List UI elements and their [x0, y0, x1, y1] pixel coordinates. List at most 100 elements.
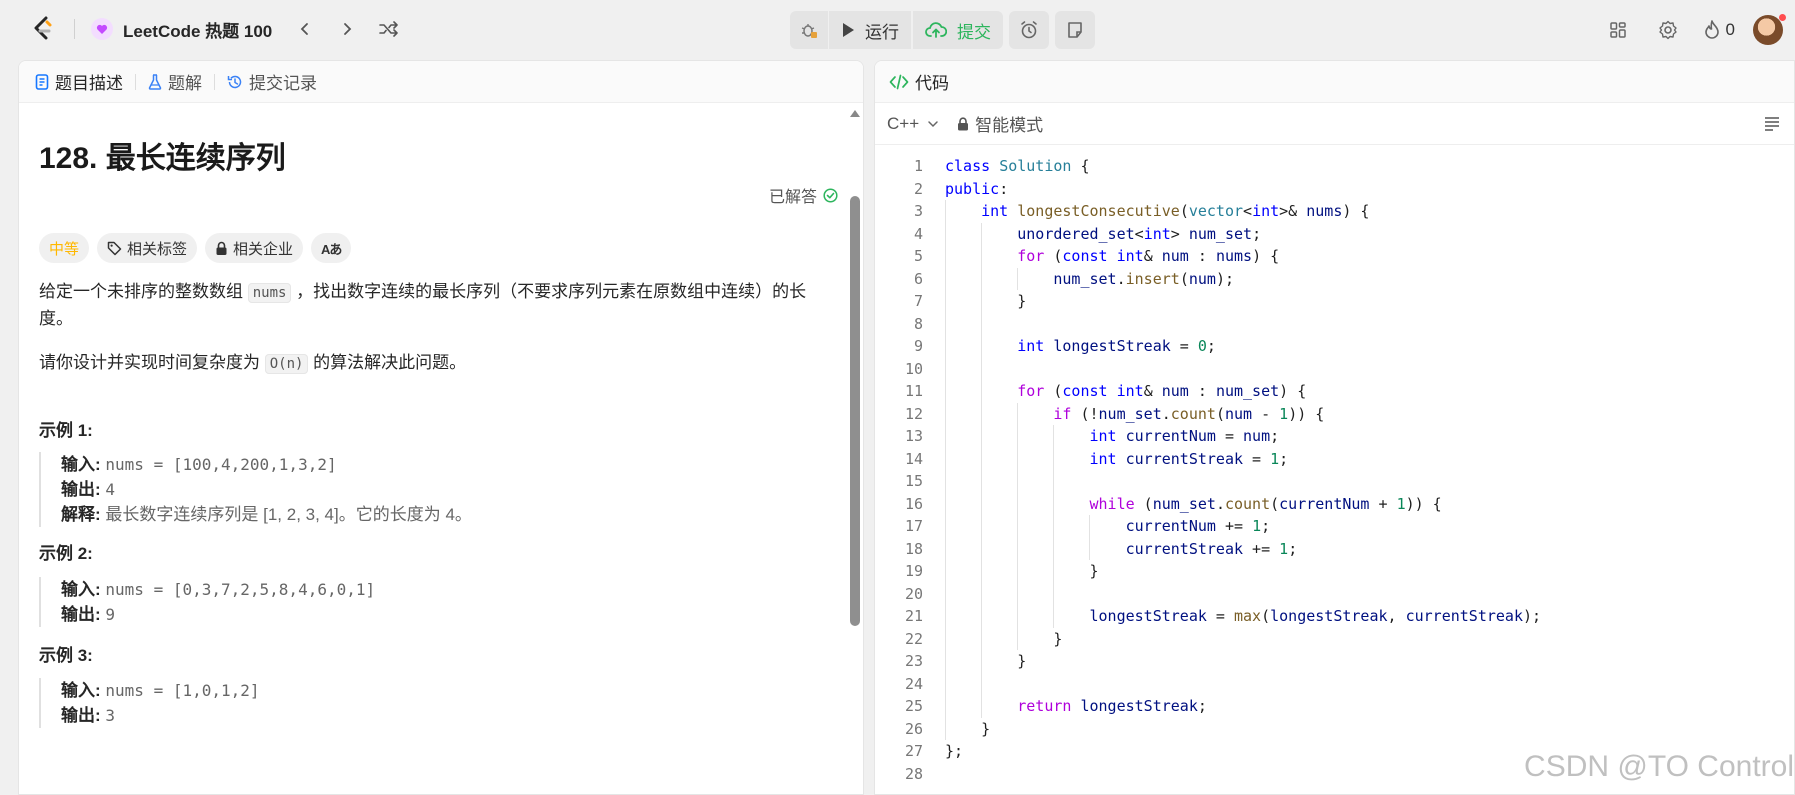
- run-label: 运行: [865, 22, 899, 42]
- layout-grid-icon: [1609, 22, 1626, 38]
- lock-icon: [216, 241, 227, 255]
- related-tags-label: 相关标签: [127, 240, 188, 258]
- problem-tags: 中等 相关标签 相关企业 Aあ: [39, 233, 359, 263]
- code-line: 12 if (!num_set.count(num - 1)) {: [875, 402, 1794, 425]
- next-problem-button[interactable]: [332, 14, 362, 44]
- scrollbar-thumb[interactable]: [850, 196, 860, 626]
- code-editor[interactable]: 1 class Solution { 2 public: 3 int longest…: [875, 155, 1794, 794]
- notification-dot: [1779, 14, 1786, 21]
- code-line: 22 }: [875, 627, 1794, 650]
- tab-solutions-label: 题解: [168, 74, 202, 93]
- code-panel-title: 代码: [915, 74, 949, 93]
- leetcode-logo-icon[interactable]: [30, 14, 56, 44]
- notes-button[interactable]: [1055, 11, 1095, 49]
- language-select[interactable]: C++: [887, 114, 939, 134]
- play-icon: [843, 23, 854, 37]
- history-icon: [227, 75, 242, 88]
- code-panel-header: 代码: [875, 61, 1794, 103]
- code-icon: [889, 74, 909, 89]
- code-line: 18 currentStreak += 1;: [875, 537, 1794, 560]
- related-companies-button[interactable]: 相关企业: [205, 233, 304, 263]
- run-button[interactable]: 运行: [829, 11, 913, 49]
- example-heading: 示例 2:: [39, 544, 93, 563]
- streak-counter[interactable]: 0: [1704, 20, 1735, 40]
- code-line: 11 for (const int& num : num_set) {: [875, 380, 1794, 403]
- code-line: 6 num_set.insert(num);: [875, 267, 1794, 290]
- flame-icon: [1704, 20, 1719, 39]
- example-output: 输出: 9: [61, 605, 116, 624]
- translate-icon: Aあ: [321, 241, 342, 257]
- related-companies-label: 相关企业: [233, 240, 294, 258]
- description-paragraph: 给定一个未排序的整数数组 nums ，找出数字连续的最长序列（不要求序列元素在原…: [39, 282, 807, 328]
- tab-submissions-label: 提交记录: [249, 74, 317, 93]
- tab-solutions[interactable]: 题解: [148, 69, 202, 94]
- random-problem-button[interactable]: [374, 14, 404, 44]
- code-line: 4 unordered_set<int> num_set;: [875, 222, 1794, 245]
- timer-button[interactable]: [1009, 11, 1049, 49]
- inline-code: O(n): [264, 354, 309, 374]
- example-output: 输出: 3: [61, 706, 116, 725]
- tab-submissions[interactable]: 提交记录: [227, 69, 317, 94]
- check-circle-icon: [823, 187, 838, 203]
- example-block: 输入: nums = [1,0,1,2] 输出: 3: [39, 678, 260, 728]
- code-line: 20: [875, 582, 1794, 605]
- smart-mode-label: 智能模式: [975, 116, 1044, 135]
- settings-button[interactable]: [1652, 14, 1684, 46]
- smart-mode-toggle[interactable]: 智能模式: [957, 111, 1043, 136]
- lock-icon: [958, 116, 969, 130]
- example-output: 输出: 4: [61, 480, 116, 499]
- problem-list-icon[interactable]: [91, 18, 113, 40]
- code-line: 1 class Solution {: [913, 157, 1090, 176]
- description-tabs: 题目描述 题解 提交记录: [19, 61, 863, 103]
- description-icon: [35, 73, 49, 90]
- example-explanation: 解释: 最长数字连续序列是 [1, 2, 3, 4]。它的长度为 4。: [61, 505, 472, 524]
- debug-button[interactable]: [790, 11, 829, 49]
- font-translate-button[interactable]: Aあ: [311, 233, 352, 263]
- code-line: 2 public:: [913, 179, 1009, 198]
- tab-description[interactable]: 题目描述: [35, 69, 123, 94]
- solved-label: 已解答: [769, 189, 818, 206]
- gear-icon: [1658, 20, 1677, 40]
- code-line: 19 }: [875, 560, 1794, 583]
- example-heading: 示例 3:: [39, 646, 93, 665]
- editor-menu-button[interactable]: [1764, 115, 1780, 136]
- scroll-up-arrow-icon[interactable]: [850, 110, 860, 117]
- code-line: 25 return longestStreak;: [875, 695, 1794, 718]
- chevron-down-icon: [928, 120, 938, 127]
- submit-label: 提交: [957, 22, 991, 42]
- code-line: 3 int longestConsecutive(vector<int>& nu…: [875, 200, 1794, 223]
- code-line: 15: [875, 470, 1794, 493]
- menu-lines-icon: [1765, 117, 1779, 131]
- flask-icon: [148, 73, 162, 90]
- divider: [214, 73, 215, 90]
- code-line: 26 }: [875, 717, 1794, 740]
- avatar[interactable]: [1753, 14, 1786, 45]
- code-line: 23 }: [875, 650, 1794, 673]
- problem-title[interactable]: 128. 最长连续序列: [39, 133, 286, 177]
- code-line: 5 for (const int& num : nums) {: [875, 245, 1794, 268]
- layout-button[interactable]: [1602, 14, 1634, 46]
- code-line: 9 int longestStreak = 0;: [875, 335, 1794, 358]
- previous-problem-button[interactable]: [290, 14, 320, 44]
- solved-status: 已解答: [769, 183, 838, 207]
- tag-icon: [107, 241, 122, 255]
- code-line: 14 int currentStreak = 1;: [875, 447, 1794, 470]
- related-tags-button[interactable]: 相关标签: [97, 233, 198, 263]
- note-icon: [1068, 22, 1082, 38]
- watermark: CSDN @TO Control: [1524, 750, 1794, 783]
- scrollbar[interactable]: [849, 106, 861, 794]
- code-line: 16 while (num_set.count(currentNum + 1))…: [875, 492, 1794, 515]
- editor-toolbar: C++ 智能模式: [875, 103, 1794, 145]
- tab-description-label: 题目描述: [55, 74, 123, 93]
- cloud-upload-icon: [925, 22, 947, 38]
- problem-list-title[interactable]: LeetCode 热题 100: [123, 17, 272, 42]
- example-block: 输入: nums = [100,4,200,1,3,2] 输出: 4 解释: 最…: [39, 452, 472, 527]
- inline-code: nums: [247, 283, 292, 303]
- example-input: 输入: nums = [1,0,1,2]: [61, 681, 260, 700]
- code-line: 8: [875, 312, 1794, 335]
- submit-button[interactable]: 提交: [913, 11, 1003, 49]
- difficulty-badge: 中等: [39, 233, 90, 263]
- code-line: 7 }: [875, 290, 1794, 313]
- streak-count: 0: [1725, 20, 1735, 39]
- description-panel: 题目描述 题解 提交记录 128. 最长连续序列 已解答 中等 相关标签 相关企…: [18, 60, 864, 795]
